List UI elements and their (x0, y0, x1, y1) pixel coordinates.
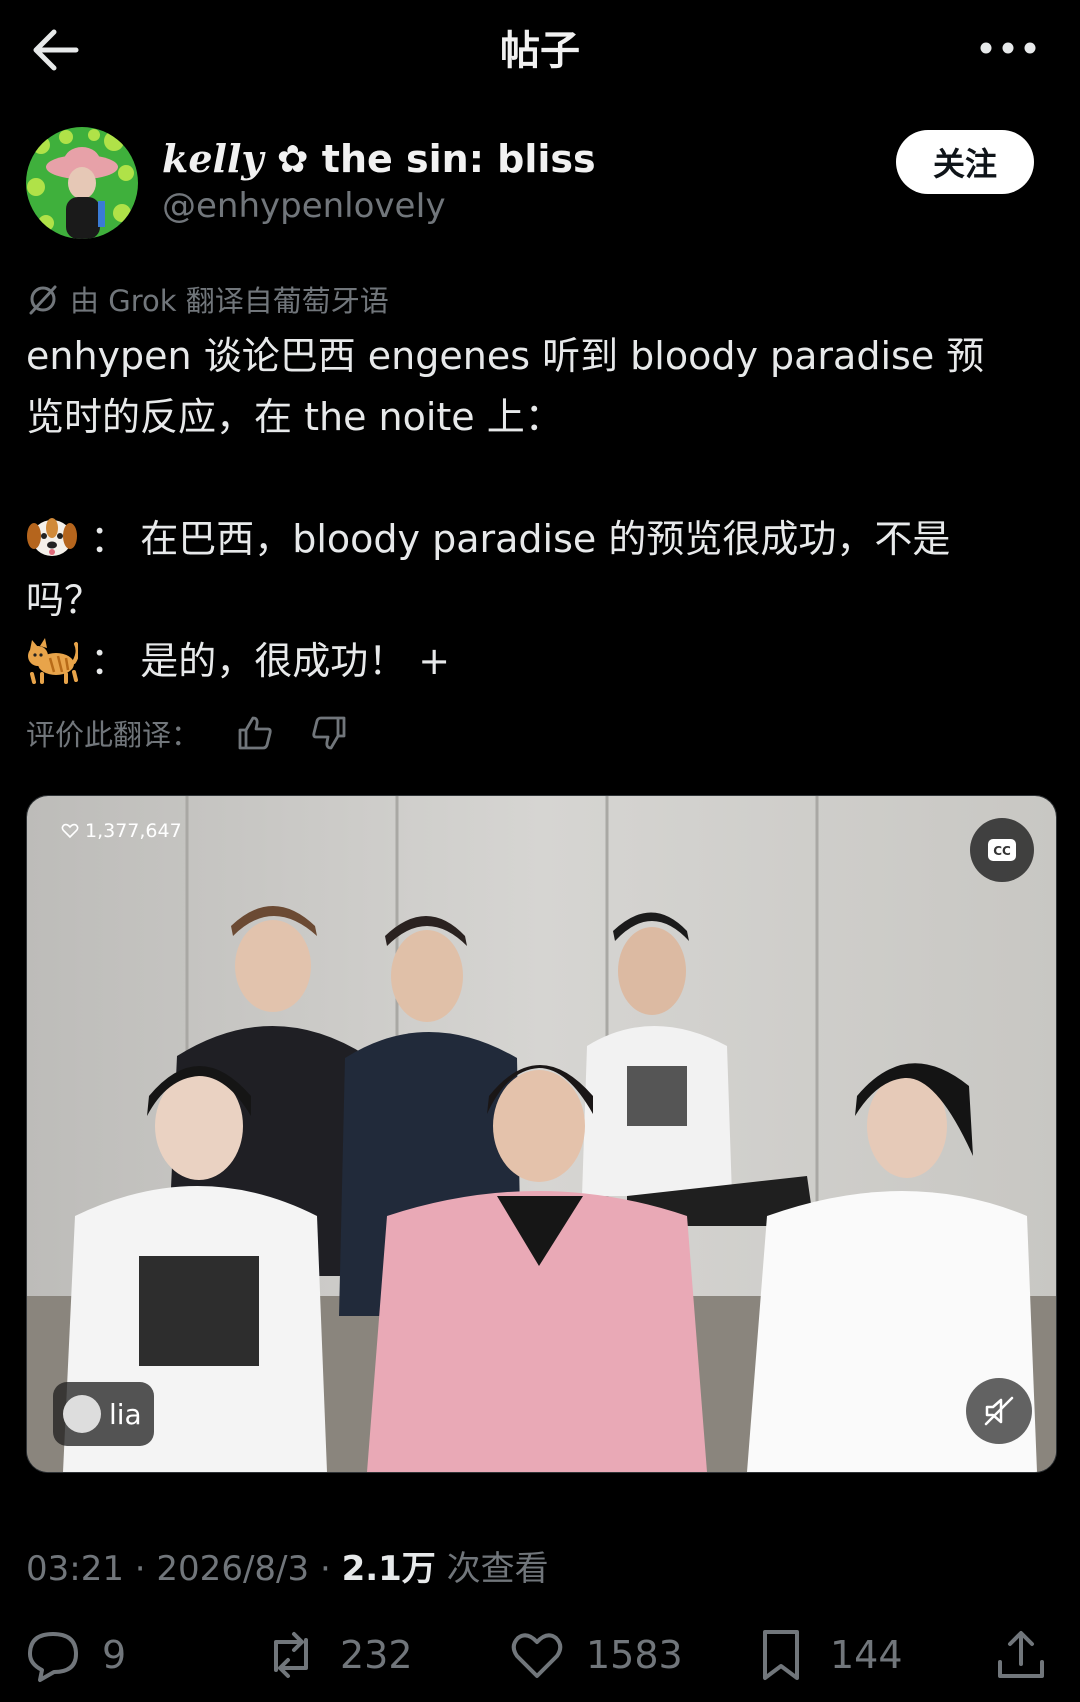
dog-face-icon (27, 518, 77, 556)
view-count-label: 次查看 (446, 1549, 549, 1589)
reply-button[interactable]: 9 (24, 1626, 126, 1684)
video-likes-count: 1,377,647 (85, 820, 182, 842)
post-text: enhypen 谈论巴西 engenes 听到 bloody paradise … (26, 326, 1056, 692)
heart-outline-icon (61, 823, 79, 839)
svg-text:CC: CC (993, 844, 1011, 858)
follow-button[interactable]: 关注 (896, 130, 1034, 194)
reply-count: 9 (102, 1633, 127, 1677)
video-user-avatar (63, 1395, 101, 1433)
view-count: 2.1万 (341, 1549, 436, 1589)
post-meta: 03:21 · 2026/8/3 · 2.1万 次查看 (26, 1549, 549, 1589)
repost-icon (274, 1632, 308, 1678)
like-button[interactable]: 1583 (508, 1626, 683, 1684)
display-name-italic: kelly (162, 136, 264, 181)
captions-button[interactable]: CC (970, 818, 1034, 882)
volume-muted-icon (984, 1396, 1014, 1426)
bookmark-icon (763, 1630, 799, 1680)
dialogue-text-1: 在巴西，bloody paradise 的预览很成功，不是 (140, 517, 951, 561)
repost-button[interactable]: 232 (262, 1626, 413, 1684)
video-likes-overlay: 1,377,647 (61, 820, 182, 842)
captions-icon: CC (988, 839, 1016, 861)
dialogue-line-1: ： 在巴西，bloody paradise 的预览很成功，不是 (26, 509, 1056, 570)
rate-translation: 评价此翻译： (26, 712, 348, 754)
share-icon (998, 1631, 1044, 1678)
bookmark-button[interactable]: 144 (752, 1626, 903, 1684)
video-user-name: lia (109, 1397, 142, 1431)
bookmark-count: 144 (830, 1633, 903, 1677)
more-options-button[interactable] (978, 30, 1038, 66)
dialogue-line-2: ： 是的，很成功！ + (26, 631, 1056, 692)
cat-icon (28, 638, 78, 684)
reply-icon (28, 1632, 78, 1682)
post-text-line: enhypen 谈论巴西 engenes 听到 bloody paradise … (26, 334, 985, 378)
post-time: 03:21 (26, 1549, 124, 1589)
post-text-line: 览时的反应，在 the noite 上： (26, 395, 563, 439)
translation-note-text: 由 Grok 翻译自葡萄牙语 (70, 284, 389, 318)
thumbs-down-icon[interactable] (310, 714, 348, 752)
like-count: 1583 (586, 1633, 683, 1677)
post-date: 2026/8/3 (156, 1549, 310, 1589)
page-title: 帖子 (500, 28, 580, 74)
display-name-rest: ✿ the sin: bliss (276, 137, 596, 181)
repost-count: 232 (340, 1633, 413, 1677)
share-button[interactable] (992, 1626, 1050, 1684)
mute-button[interactable] (966, 1378, 1032, 1444)
author-handle[interactable]: @enhypenloveIy (162, 186, 446, 226)
more-horizontal-icon (980, 42, 1036, 54)
dialogue-line-1-wrap: 吗？ (26, 578, 103, 622)
post-video[interactable]: 1,377,647 CC lia (26, 795, 1057, 1473)
video-user-chip: lia (53, 1382, 154, 1446)
translation-note: 由 Grok 翻译自葡萄牙语 (26, 278, 389, 320)
author-avatar[interactable] (26, 127, 138, 239)
dialogue-text-2: 是的，很成功！ + (140, 639, 451, 683)
heart-icon (511, 1633, 563, 1678)
action-bar: 9 232 1583 144 (22, 1626, 1058, 1686)
rate-translation-label: 评价此翻译： (26, 718, 201, 752)
author-display-name[interactable]: kelly ✿ the sin: bliss (162, 136, 596, 181)
grok-icon (29, 285, 57, 315)
thumbs-up-icon[interactable] (236, 714, 274, 752)
